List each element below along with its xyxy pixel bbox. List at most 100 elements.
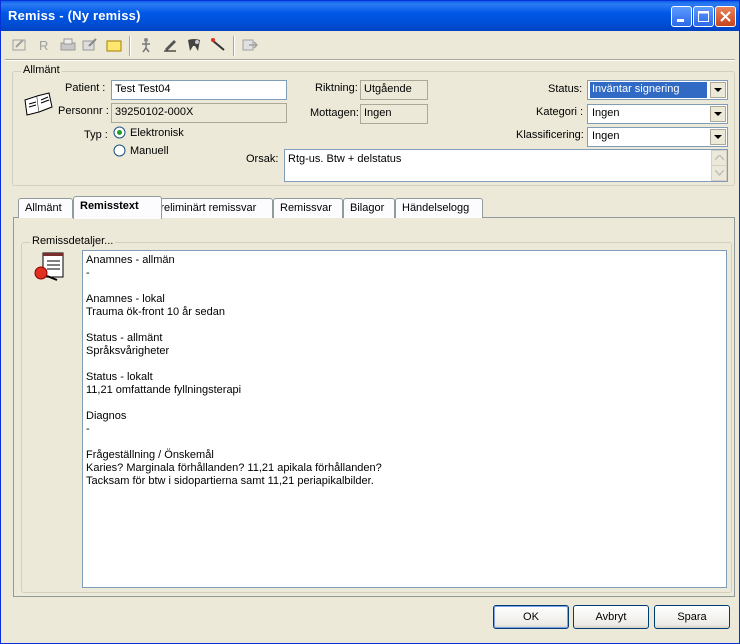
kategori-value: Ingen	[592, 107, 620, 119]
remisstext-line	[86, 436, 723, 449]
remisstext-line: Status - lokalt	[86, 371, 153, 383]
minimize-icon	[677, 19, 684, 22]
close-icon	[720, 11, 731, 22]
remisstext-line: -	[86, 267, 90, 279]
general-legend: Allmänt	[21, 64, 62, 76]
remisstext-line: Anamnes - allmän	[86, 254, 175, 266]
status-dropdown-button[interactable]	[710, 82, 726, 98]
remisstext-area[interactable]: Anamnes - allmän - Anamnes - lokal Traum…	[82, 250, 727, 588]
chevron-up-icon	[715, 155, 724, 161]
svg-text:R: R	[39, 38, 48, 53]
status-select[interactable]: Inväntar signering	[587, 80, 728, 100]
chevron-down-icon	[714, 135, 722, 139]
close-button[interactable]	[715, 6, 736, 27]
status-label: Status:	[548, 83, 583, 95]
maximize-button[interactable]	[693, 6, 714, 27]
tab-bilagor[interactable]: Bilagor	[343, 198, 395, 218]
details-legend: Remissdetaljer...	[30, 235, 116, 247]
toolbar-separator	[233, 36, 235, 56]
window-title: Remiss - (Ny remiss)	[8, 8, 141, 23]
remisstext-line: Språksvårigheter	[86, 345, 170, 357]
r-button[interactable]: R	[33, 34, 55, 56]
mottagen-label: Mottagen:	[310, 107, 359, 119]
radio-manuell[interactable]	[113, 144, 126, 157]
minimize-button[interactable]	[671, 6, 692, 27]
tooth-button[interactable]	[183, 34, 205, 56]
radio-manuell-label: Manuell	[130, 145, 169, 157]
person-button[interactable]	[135, 34, 157, 56]
scroll-up-button[interactable]	[711, 150, 727, 166]
personnr-field: 39250102-000X	[111, 103, 287, 123]
chevron-down-icon	[714, 112, 722, 116]
personnr-label: Personnr :	[58, 105, 109, 117]
title-bar[interactable]: Remiss - (Ny remiss)	[1, 1, 739, 31]
orsak-field[interactable]: Rtg-us. Btw + delstatus	[284, 149, 728, 182]
sign-button[interactable]	[79, 34, 101, 56]
save-button[interactable]: Spara	[654, 605, 730, 629]
sign-icon	[82, 38, 97, 51]
print-button[interactable]	[57, 34, 79, 56]
pen-button[interactable]	[207, 34, 229, 56]
write-icon	[164, 40, 176, 52]
tab-remissvar[interactable]: Remissvar	[273, 198, 343, 218]
patient-field[interactable]: Test Test04	[111, 80, 287, 100]
riktning-field: Utgående	[360, 80, 428, 100]
export-button[interactable]	[239, 34, 261, 56]
tooth-icon	[188, 39, 200, 51]
scroll-down-button[interactable]	[711, 165, 727, 181]
remisstext-line	[86, 280, 723, 293]
kategori-label: Kategori :	[536, 106, 584, 118]
tab-remisstext[interactable]: Remisstext	[73, 196, 162, 219]
remisstext-line	[86, 319, 723, 332]
remisstext-line: -	[86, 423, 90, 435]
status-value: Inväntar signering	[590, 82, 707, 98]
tab-handelselogg[interactable]: Händelselogg	[395, 198, 483, 218]
referral-document-icon	[34, 252, 64, 281]
klassificering-dropdown-button[interactable]	[710, 129, 726, 145]
toolbar-separator	[129, 36, 131, 56]
patient-label: Patient :	[65, 82, 106, 94]
toolbar: R	[7, 34, 258, 58]
mottagen-field: Ingen	[360, 104, 428, 124]
orsak-label: Orsak:	[246, 153, 279, 165]
kategori-dropdown-button[interactable]	[710, 106, 726, 122]
book-icon	[24, 92, 53, 116]
print-icon	[60, 38, 76, 51]
klassificering-value: Ingen	[592, 130, 620, 142]
cancel-button[interactable]: Avbryt	[573, 605, 649, 629]
orsak-scrollbar[interactable]	[711, 150, 727, 181]
ok-button[interactable]: OK	[493, 605, 569, 629]
person-icon	[142, 38, 150, 53]
typ-label: Typ :	[84, 129, 108, 141]
remisstext-line: Diagnos	[86, 410, 127, 422]
radio-elektronisk-label: Elektronisk	[130, 127, 184, 139]
remisstext-line: Karies? Marginala förhållanden? 11,21 ap…	[86, 462, 382, 474]
klassificering-select[interactable]: Ingen	[587, 127, 728, 147]
kategori-select[interactable]: Ingen	[587, 104, 728, 124]
tab-preliminart-remissvar[interactable]: Preliminärt remissvar	[146, 198, 273, 218]
remisstext-line: Anamnes - lokal	[86, 293, 165, 305]
remisstext-line	[86, 358, 723, 371]
klassificering-label: Klassificering:	[516, 129, 584, 141]
remisstext-line: 11,21 omfattande fyllningsterapi	[86, 384, 242, 396]
remisstext-line: Status - allmänt	[86, 332, 163, 344]
remisstext-line: Trauma ök-front 10 år sedan	[86, 306, 225, 318]
orsak-value: Rtg-us. Btw + delstatus	[288, 153, 402, 165]
radio-elektronisk[interactable]	[113, 126, 126, 139]
remisstext-line	[86, 397, 723, 410]
folder-icon	[106, 40, 122, 52]
remisstext-line: Frågeställning / Önskemål	[86, 449, 214, 461]
export-icon	[242, 39, 258, 51]
edit-icon	[12, 39, 26, 51]
chevron-down-icon	[714, 88, 722, 92]
edit-button[interactable]	[9, 34, 31, 56]
r-icon: R	[39, 38, 48, 53]
remisstext-line: Tacksam för btw i sidopartierna samt 11,…	[86, 475, 374, 487]
tab-allmant[interactable]: Allmänt	[18, 198, 73, 218]
maximize-icon	[698, 11, 709, 22]
riktning-label: Riktning:	[315, 82, 358, 94]
write-button[interactable]	[159, 34, 181, 56]
folder-button[interactable]	[103, 34, 125, 56]
pen-icon	[211, 38, 225, 51]
remiss-window: Remiss - (Ny remiss) R Allmänt Patient:…	[0, 0, 740, 644]
